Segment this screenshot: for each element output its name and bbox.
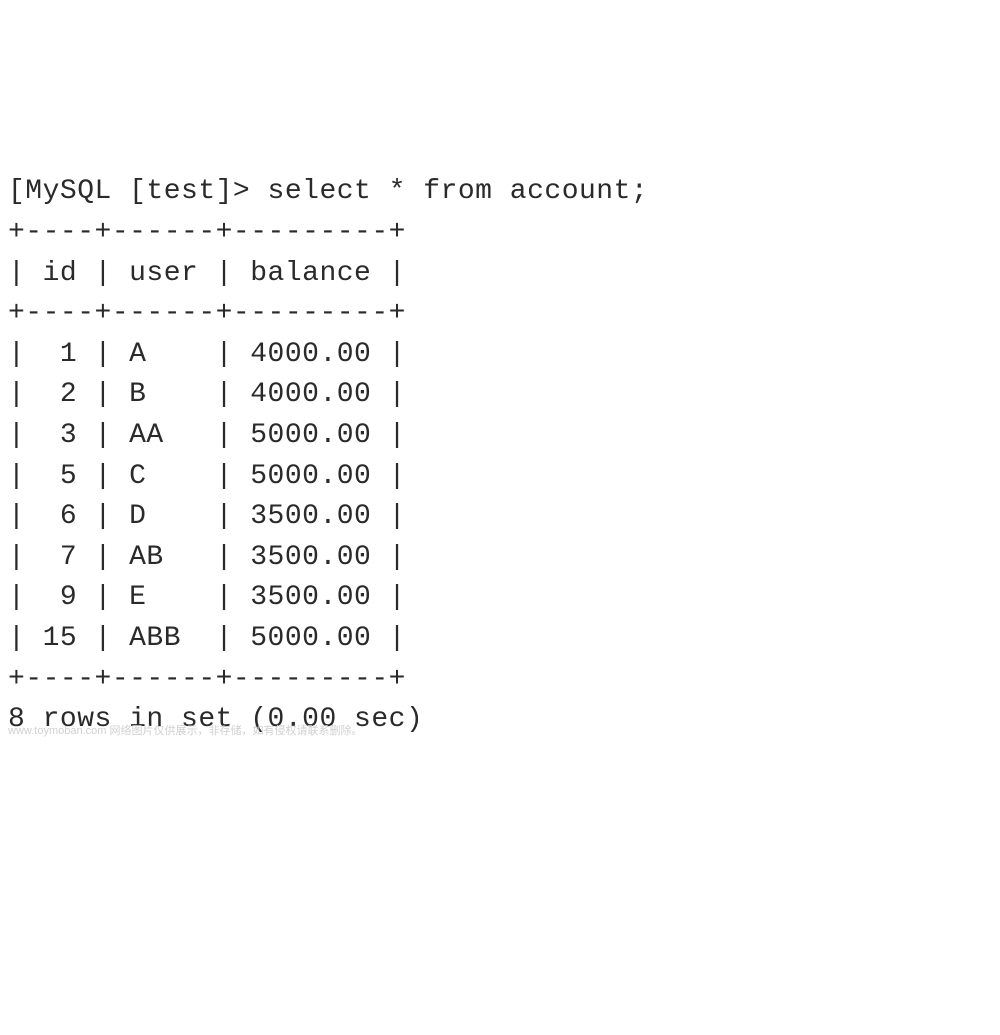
terminal-output: [MySQL [test]> select * from account; +-…: [8, 172, 992, 740]
table-border-mid: +----+------+---------+: [8, 298, 406, 329]
table-row: | 1 | A | 4000.00 |: [8, 339, 406, 370]
sql-prompt-line: [MySQL [test]> select * from account;: [8, 176, 648, 207]
table-row: | 3 | AA | 5000.00 |: [8, 420, 406, 451]
table-row: | 6 | D | 3500.00 |: [8, 501, 406, 532]
table-row: | 5 | C | 5000.00 |: [8, 461, 406, 492]
table-row: | 7 | AB | 3500.00 |: [8, 542, 406, 573]
table-row: | 15 | ABB | 5000.00 |: [8, 623, 406, 654]
table-border-bottom: +----+------+---------+: [8, 664, 406, 695]
table-border-top: +----+------+---------+: [8, 217, 406, 248]
table-header-row: | id | user | balance |: [8, 258, 406, 289]
watermark-text: www.toymoban.com 网络图片仅供展示，非存储，如有侵权请联系删除。: [8, 724, 362, 740]
table-row: | 2 | B | 4000.00 |: [8, 379, 406, 410]
table-row: | 9 | E | 3500.00 |: [8, 582, 406, 613]
